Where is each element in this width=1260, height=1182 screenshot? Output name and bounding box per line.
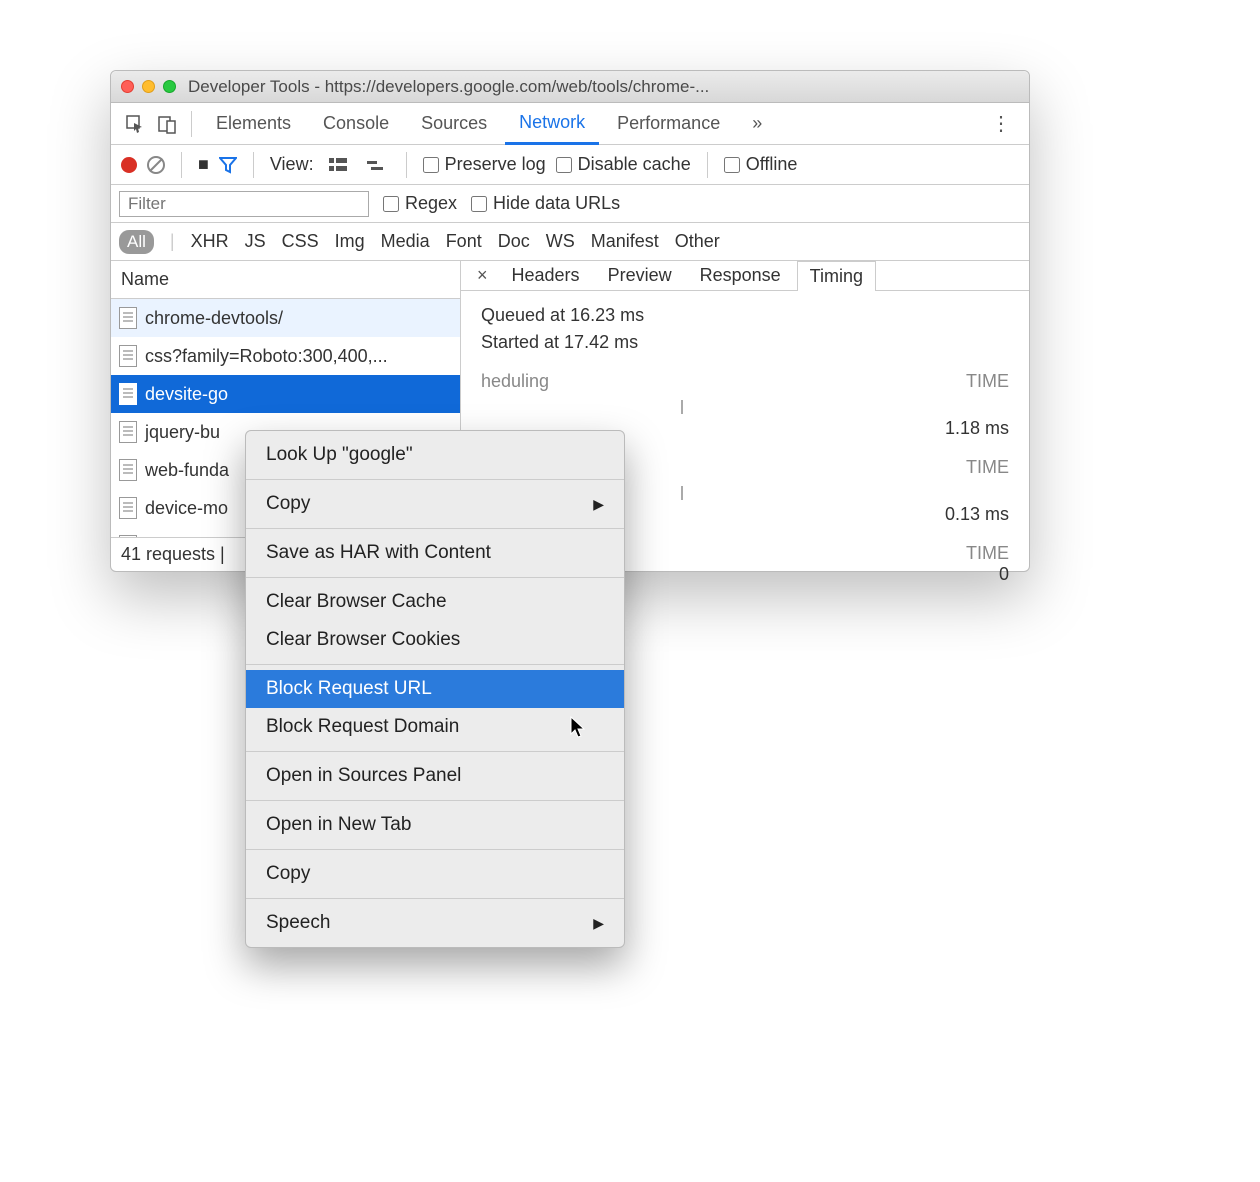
overview-icon[interactable]: [362, 151, 390, 179]
file-icon: [119, 345, 137, 367]
timing-bar: [481, 400, 1009, 414]
tab-overflow[interactable]: »: [738, 103, 776, 145]
filter-input[interactable]: [119, 191, 369, 217]
clear-button[interactable]: [147, 156, 165, 174]
filter-row: Regex Hide data URLs: [111, 185, 1029, 223]
detail-tabs: × Headers Preview Response Timing: [461, 261, 1029, 291]
request-row[interactable]: devsite-go: [111, 375, 460, 413]
kebab-menu-icon[interactable]: ⋮: [983, 111, 1019, 136]
file-icon: [119, 459, 137, 481]
file-icon: [119, 383, 137, 405]
context-separator: [246, 849, 624, 850]
divider: [707, 152, 708, 178]
disable-cache-checkbox[interactable]: Disable cache: [556, 154, 691, 175]
context-separator: [246, 577, 624, 578]
type-filter-row: All | XHR JS CSS Img Media Font Doc WS M…: [111, 223, 1029, 261]
screenshot-icon[interactable]: ■: [198, 154, 209, 175]
tab-network[interactable]: Network: [505, 103, 599, 145]
view-label: View:: [270, 154, 314, 175]
context-separator: [246, 751, 624, 752]
detail-tab-timing[interactable]: Timing: [797, 261, 876, 291]
type-media[interactable]: Media: [381, 231, 430, 252]
offline-checkbox[interactable]: Offline: [724, 154, 798, 175]
close-detail-icon[interactable]: ×: [469, 265, 496, 286]
detail-tab-preview[interactable]: Preview: [596, 261, 684, 290]
chevron-right-icon: ▶: [593, 915, 604, 932]
type-manifest[interactable]: Manifest: [591, 231, 659, 252]
context-block-domain[interactable]: Block Request Domain: [246, 708, 624, 746]
detail-tab-response[interactable]: Response: [688, 261, 793, 290]
type-ws[interactable]: WS: [546, 231, 575, 252]
context-open-sources[interactable]: Open in Sources Panel: [246, 757, 624, 795]
cursor-icon: [570, 716, 588, 745]
window-maximize-button[interactable]: [163, 80, 176, 93]
hide-data-urls-checkbox[interactable]: Hide data URLs: [471, 193, 620, 214]
tab-sources[interactable]: Sources: [407, 103, 501, 145]
divider: [253, 152, 254, 178]
timing-queued: Queued at 16.23 ms: [481, 305, 1009, 326]
type-doc[interactable]: Doc: [498, 231, 530, 252]
context-clear-cache[interactable]: Clear Browser Cache: [246, 583, 624, 621]
context-separator: [246, 800, 624, 801]
timing-section-scheduling: hedulingTIME: [481, 371, 1009, 392]
type-css[interactable]: CSS: [282, 231, 319, 252]
context-open-tab[interactable]: Open in New Tab: [246, 806, 624, 844]
regex-checkbox[interactable]: Regex: [383, 193, 457, 214]
type-all[interactable]: All: [119, 230, 154, 254]
devtools-toolbar: Elements Console Sources Network Perform…: [111, 103, 1029, 145]
chevron-right-icon: ▶: [593, 496, 604, 513]
name-column-header[interactable]: Name: [111, 261, 460, 299]
context-separator: [246, 479, 624, 480]
context-separator: [246, 898, 624, 899]
type-xhr[interactable]: XHR: [191, 231, 229, 252]
tab-console[interactable]: Console: [309, 103, 403, 145]
divider: [191, 111, 192, 137]
type-js[interactable]: JS: [245, 231, 266, 252]
divider: [181, 152, 182, 178]
context-copy[interactable]: Copy: [246, 855, 624, 893]
context-separator: [246, 664, 624, 665]
request-row[interactable]: css?family=Roboto:300,400,...: [111, 337, 460, 375]
window-minimize-button[interactable]: [142, 80, 155, 93]
context-separator: [246, 528, 624, 529]
preserve-log-checkbox[interactable]: Preserve log: [423, 154, 546, 175]
tab-elements[interactable]: Elements: [202, 103, 305, 145]
inspect-element-icon[interactable]: [121, 110, 149, 138]
file-icon: [119, 421, 137, 443]
context-menu: Look Up "google" Copy▶ Save as HAR with …: [245, 430, 625, 948]
large-rows-icon[interactable]: [324, 151, 352, 179]
divider: [406, 152, 407, 178]
window-title: Developer Tools - https://developers.goo…: [188, 77, 709, 97]
file-icon: [119, 535, 137, 537]
timing-started: Started at 17.42 ms: [481, 332, 1009, 353]
detail-tab-headers[interactable]: Headers: [500, 261, 592, 290]
context-save-har[interactable]: Save as HAR with Content: [246, 534, 624, 572]
network-controls: ■ View: Preserve log Disable cache Offli…: [111, 145, 1029, 185]
request-row[interactable]: chrome-devtools/: [111, 299, 460, 337]
filter-icon[interactable]: [219, 156, 237, 174]
context-clear-cookies[interactable]: Clear Browser Cookies: [246, 621, 624, 659]
tab-performance[interactable]: Performance: [603, 103, 734, 145]
context-lookup[interactable]: Look Up "google": [246, 436, 624, 474]
file-icon: [119, 497, 137, 519]
traffic-lights: [121, 80, 176, 93]
window-titlebar: Developer Tools - https://developers.goo…: [111, 71, 1029, 103]
file-icon: [119, 307, 137, 329]
record-button[interactable]: [121, 157, 137, 173]
context-block-url[interactable]: Block Request URL: [246, 670, 624, 708]
type-other[interactable]: Other: [675, 231, 720, 252]
context-speech-submenu[interactable]: Speech▶: [246, 904, 624, 942]
type-img[interactable]: Img: [335, 231, 365, 252]
type-font[interactable]: Font: [446, 231, 482, 252]
device-toolbar-icon[interactable]: [153, 110, 181, 138]
window-close-button[interactable]: [121, 80, 134, 93]
context-copy-submenu[interactable]: Copy▶: [246, 485, 624, 523]
